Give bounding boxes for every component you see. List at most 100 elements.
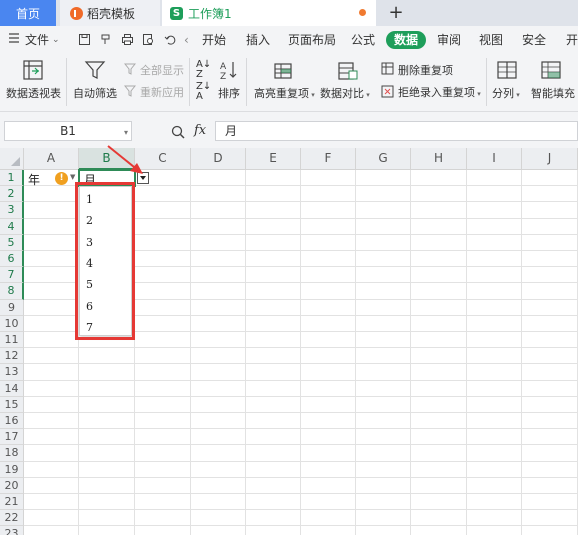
cell-i5[interactable] (467, 234, 522, 251)
cell-c19[interactable] (135, 461, 191, 478)
cell-f7[interactable] (301, 267, 356, 284)
highlight-duplicates-button[interactable]: 高亮重复项 ▾ (254, 85, 315, 101)
cell-i2[interactable] (467, 186, 522, 203)
cell-h1[interactable] (411, 170, 467, 187)
column-header-g[interactable]: G (356, 148, 411, 170)
row-header-8[interactable]: 8 (0, 283, 24, 300)
cell-d15[interactable] (191, 396, 246, 413)
cell-i8[interactable] (467, 283, 522, 300)
cell-h16[interactable] (411, 413, 467, 430)
cell-c8[interactable] (135, 283, 191, 300)
cell-e20[interactable] (246, 477, 301, 494)
cell-d3[interactable] (191, 202, 246, 219)
menu-data[interactable]: 数据 (386, 31, 427, 49)
cell-f3[interactable] (301, 202, 356, 219)
cell-b20[interactable] (79, 477, 135, 494)
cell-f18[interactable] (301, 445, 356, 462)
row-header-4[interactable]: 4 (0, 218, 24, 235)
cell-b12[interactable] (79, 348, 135, 365)
cell-g14[interactable] (356, 380, 411, 397)
cell-e23[interactable] (246, 526, 301, 535)
cell-i19[interactable] (467, 461, 522, 478)
cell-f10[interactable] (301, 315, 356, 332)
cell-d20[interactable] (191, 477, 246, 494)
cell-i3[interactable] (467, 202, 522, 219)
cell-g9[interactable] (356, 299, 411, 316)
formula-input[interactable]: 月 (215, 121, 578, 141)
menu-view[interactable]: 视图 (479, 31, 503, 49)
cell-d17[interactable] (191, 429, 246, 446)
column-header-b[interactable]: B (79, 148, 135, 170)
cell-d8[interactable] (191, 283, 246, 300)
cell-b22[interactable] (79, 510, 135, 527)
cell-f14[interactable] (301, 380, 356, 397)
cell-i16[interactable] (467, 413, 522, 430)
cell-a15[interactable] (24, 396, 79, 413)
cell-i22[interactable] (467, 510, 522, 527)
menu-more[interactable]: 开 (566, 31, 578, 49)
highlight-duplicates-icon[interactable] (272, 59, 296, 81)
cell-f15[interactable] (301, 396, 356, 413)
hamburger-menu-icon[interactable] (8, 31, 20, 49)
cell-h15[interactable] (411, 396, 467, 413)
insert-function-button[interactable]: fx (194, 123, 206, 138)
cell-h5[interactable] (411, 234, 467, 251)
cell-f21[interactable] (301, 494, 356, 511)
cell-e22[interactable] (246, 510, 301, 527)
cell-h13[interactable] (411, 364, 467, 381)
column-header-e[interactable]: E (246, 148, 301, 170)
sort-button[interactable]: 排序 (218, 85, 240, 101)
cell-i20[interactable] (467, 477, 522, 494)
tab-workbook[interactable]: S 工作簿1 (162, 0, 376, 26)
cell-a21[interactable] (24, 494, 79, 511)
cell-e12[interactable] (246, 348, 301, 365)
cell-g10[interactable] (356, 315, 411, 332)
remove-duplicates-icon[interactable] (381, 62, 394, 75)
cell-a23[interactable] (24, 526, 79, 535)
cell-j9[interactable] (522, 299, 578, 316)
menu-review[interactable]: 审阅 (437, 31, 461, 49)
menu-security[interactable]: 安全 (522, 31, 546, 49)
cell-d9[interactable] (191, 299, 246, 316)
row-header-10[interactable]: 10 (0, 315, 24, 332)
cell-f6[interactable] (301, 251, 356, 268)
cell-c3[interactable] (135, 202, 191, 219)
column-header-f[interactable]: F (301, 148, 356, 170)
cell-d1[interactable] (191, 170, 246, 187)
cell-d23[interactable] (191, 526, 246, 535)
menu-file[interactable]: 文件 (25, 31, 49, 49)
cell-c18[interactable] (135, 445, 191, 462)
cell-i4[interactable] (467, 218, 522, 235)
cell-g11[interactable] (356, 332, 411, 349)
cell-g4[interactable] (356, 218, 411, 235)
cell-a17[interactable] (24, 429, 79, 446)
cell-e11[interactable] (246, 332, 301, 349)
cell-f12[interactable] (301, 348, 356, 365)
cell-a20[interactable] (24, 477, 79, 494)
cell-c12[interactable] (135, 348, 191, 365)
cell-i6[interactable] (467, 251, 522, 268)
cell-j17[interactable] (522, 429, 578, 446)
cell-e13[interactable] (246, 364, 301, 381)
cell-h19[interactable] (411, 461, 467, 478)
cell-h8[interactable] (411, 283, 467, 300)
cell-i17[interactable] (467, 429, 522, 446)
pivot-table-button[interactable]: 数据透视表 (6, 85, 61, 101)
menu-formula[interactable]: 公式 (351, 31, 375, 49)
cell-i9[interactable] (467, 299, 522, 316)
row-header-6[interactable]: 6 (0, 251, 24, 268)
cell-a4[interactable] (24, 218, 79, 235)
cell-h17[interactable] (411, 429, 467, 446)
cell-j11[interactable] (522, 332, 578, 349)
cell-j14[interactable] (522, 380, 578, 397)
cell-f13[interactable] (301, 364, 356, 381)
cell-e5[interactable] (246, 234, 301, 251)
cell-a7[interactable] (24, 267, 79, 284)
cell-a5[interactable] (24, 234, 79, 251)
cell-e2[interactable] (246, 186, 301, 203)
cell-h7[interactable] (411, 267, 467, 284)
column-header-h[interactable]: H (411, 148, 467, 170)
name-box[interactable]: B1 ▾ (4, 121, 132, 141)
tab-home[interactable]: 首页 (0, 0, 56, 26)
cell-f9[interactable] (301, 299, 356, 316)
